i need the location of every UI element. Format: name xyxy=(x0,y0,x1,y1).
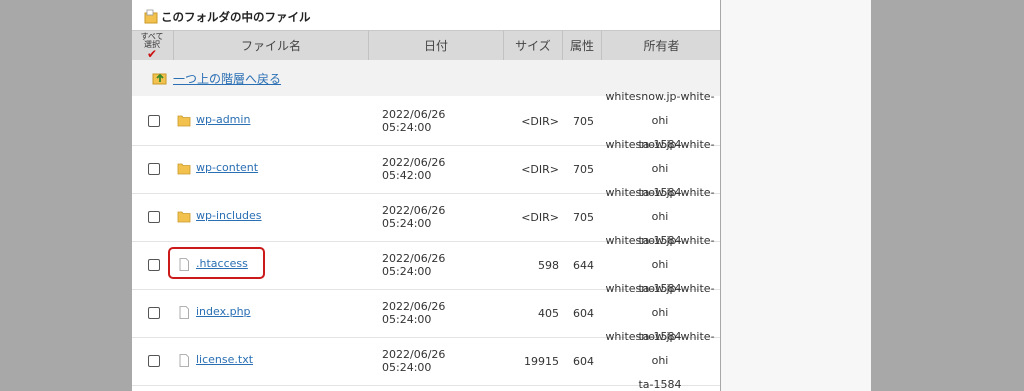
file-date: 2022/06/26 05:42:00 xyxy=(382,156,446,182)
file-date: 2022/06/26 05:24:00 xyxy=(382,252,446,278)
row-checkbox[interactable] xyxy=(148,307,160,319)
row-checkbox[interactable] xyxy=(148,163,160,175)
file-icon xyxy=(179,354,189,367)
section-header: このフォルダの中のファイル xyxy=(144,7,311,27)
row-checkbox[interactable] xyxy=(148,355,160,367)
column-header-name[interactable]: ファイル名 xyxy=(173,31,368,60)
folder-icon xyxy=(177,211,191,223)
row-checkbox[interactable] xyxy=(148,211,160,223)
file-date: 2022/06/26 05:24:00 xyxy=(382,204,446,230)
file-table-header: すべて 選択 ✔ ファイル名 日付 サイズ 属性 所有者 xyxy=(132,30,720,61)
column-header-date[interactable]: 日付 xyxy=(368,31,503,60)
column-header-owner[interactable]: 所有者 xyxy=(601,31,720,60)
column-header-size[interactable]: サイズ xyxy=(503,31,562,60)
file-manager-panel: このフォルダの中のファイル すべて 選択 ✔ ファイル名 日付 サイズ 属性 所… xyxy=(132,0,720,391)
folder-icon xyxy=(177,115,191,127)
file-name-link[interactable]: index.php xyxy=(196,305,251,318)
annotation-highlight-box xyxy=(168,247,265,279)
file-attr: 604 xyxy=(573,354,594,368)
file-name-link[interactable]: license.txt xyxy=(196,353,253,366)
right-side-panel xyxy=(721,0,871,391)
select-all-toggle[interactable]: すべて 選択 ✔ xyxy=(132,31,172,60)
file-icon xyxy=(179,306,189,319)
file-size: 19915 xyxy=(524,354,559,368)
parent-directory-link[interactable]: 一つ上の階層へ戻る xyxy=(173,70,281,87)
file-name-link[interactable]: wp-content xyxy=(196,161,258,174)
file-date: 2022/06/26 05:24:00 xyxy=(382,300,446,326)
folder-up-icon xyxy=(152,73,167,85)
table-row: license.txt 2022/06/26 05:24:00 19915 60… xyxy=(132,330,720,391)
file-date: 2022/06/26 05:24:00 xyxy=(382,348,446,374)
folder-open-icon xyxy=(144,9,158,24)
folder-icon xyxy=(177,163,191,175)
file-attr: 705 xyxy=(573,162,594,176)
file-size: <DIR> xyxy=(521,210,559,224)
file-name-link[interactable]: wp-includes xyxy=(196,209,262,222)
file-attr: 705 xyxy=(573,210,594,224)
file-attr: 705 xyxy=(573,114,594,128)
section-title: このフォルダの中のファイル xyxy=(161,10,311,24)
file-attr: 604 xyxy=(573,306,594,320)
file-size: 598 xyxy=(538,258,559,272)
file-size: <DIR> xyxy=(521,162,559,176)
file-size: <DIR> xyxy=(521,114,559,128)
row-checkbox[interactable] xyxy=(148,115,160,127)
row-checkbox[interactable] xyxy=(148,259,160,271)
file-date: 2022/06/26 05:24:00 xyxy=(382,108,446,134)
file-attr: 644 xyxy=(573,258,594,272)
file-size: 405 xyxy=(538,306,559,320)
file-owner: whitesnow.jp-white-ohi ta-1584 xyxy=(605,330,715,391)
column-header-attr[interactable]: 属性 xyxy=(562,31,601,60)
file-name-link[interactable]: wp-admin xyxy=(196,113,250,126)
checkmark-icon: ✔ xyxy=(146,46,158,61)
